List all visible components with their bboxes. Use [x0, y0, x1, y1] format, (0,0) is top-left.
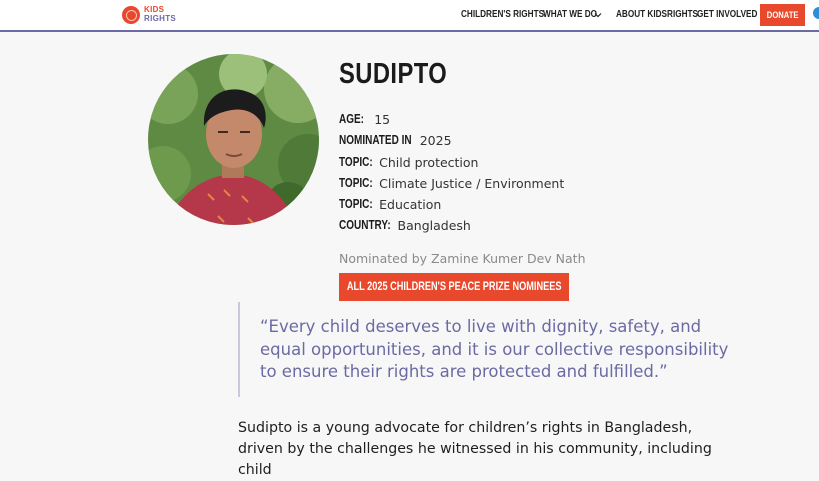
- logo-ball-icon: [122, 6, 140, 24]
- donate-label: DONATE: [766, 10, 799, 20]
- nominee-bio: Sudipto is a young advocate for children…: [238, 420, 712, 478]
- nominee-name: SUDIPTO: [339, 58, 448, 90]
- nav-what-we-do[interactable]: WHAT WE DO: [543, 9, 597, 20]
- detail-label: AGE:: [339, 112, 364, 126]
- detail-value: Climate Justice / Environment: [375, 175, 565, 191]
- all-nominees-button[interactable]: ALL 2025 CHILDREN'S PEACE PRIZE NOMINEES: [339, 273, 569, 301]
- top-navbar: KIDS RIGHTS CHILDREN'S RIGHTS WHAT WE DO…: [0, 0, 819, 32]
- nominee-photo: [148, 54, 319, 225]
- logo-text: KIDS RIGHTS: [144, 5, 184, 23]
- detail-label: NOMINATED IN: [339, 133, 412, 147]
- nominee-quote: “Every child deserves to live with digni…: [260, 317, 729, 381]
- detail-value: Bangladesh: [393, 217, 471, 233]
- detail-topic-2: TOPIC: Climate Justice / Environment: [339, 174, 564, 192]
- detail-label: TOPIC:: [339, 176, 373, 190]
- kidsrights-logo[interactable]: KIDS RIGHTS: [120, 4, 180, 26]
- detail-label: TOPIC:: [339, 197, 373, 211]
- detail-value: Education: [375, 196, 442, 212]
- chat-bubble-icon[interactable]: [813, 7, 819, 19]
- chevron-down-icon[interactable]: [593, 10, 603, 20]
- all-nominees-label: ALL 2025 CHILDREN'S PEACE PRIZE NOMINEES: [346, 281, 562, 293]
- quote-divider: [238, 302, 240, 397]
- detail-topic-1: TOPIC: Child protection: [339, 153, 478, 171]
- detail-value: 15: [370, 111, 391, 127]
- nominated-by-text: Nominated by Zamine Kumer Dev Nath: [339, 251, 586, 266]
- nav-get-involved[interactable]: GET INVOLVED: [697, 9, 757, 20]
- detail-value: 2025: [415, 132, 452, 148]
- nav-childrens-rights[interactable]: CHILDREN'S RIGHTS: [461, 9, 544, 20]
- detail-value: Child protection: [375, 154, 479, 170]
- detail-label: COUNTRY:: [339, 218, 391, 232]
- logo-line-1: KIDS: [144, 5, 165, 14]
- donate-button[interactable]: DONATE: [760, 4, 805, 26]
- detail-age: AGE: 15: [339, 110, 390, 128]
- detail-nominated-in: NOMINATED IN 2025: [339, 131, 452, 149]
- logo-line-2: RIGHTS: [144, 14, 177, 23]
- nav-about-kidsrights[interactable]: ABOUT KIDSRIGHTS: [616, 9, 698, 20]
- detail-country: COUNTRY: Bangladesh: [339, 216, 471, 234]
- detail-label: TOPIC:: [339, 155, 373, 169]
- detail-topic-3: TOPIC: Education: [339, 195, 441, 213]
